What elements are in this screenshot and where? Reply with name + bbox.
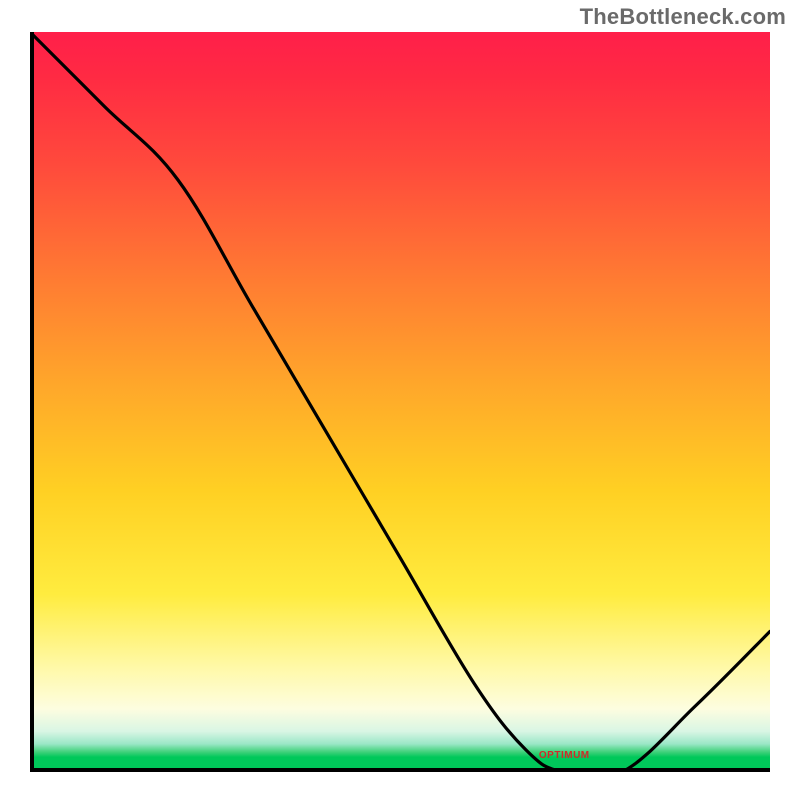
plot-area: OPTIMUM bbox=[30, 32, 770, 772]
chart-stage: TheBottleneck.com OPTIMUM bbox=[0, 0, 800, 800]
watermark-text: TheBottleneck.com bbox=[580, 4, 786, 30]
bottleneck-curve bbox=[30, 32, 770, 772]
optimum-label: OPTIMUM bbox=[539, 750, 590, 761]
